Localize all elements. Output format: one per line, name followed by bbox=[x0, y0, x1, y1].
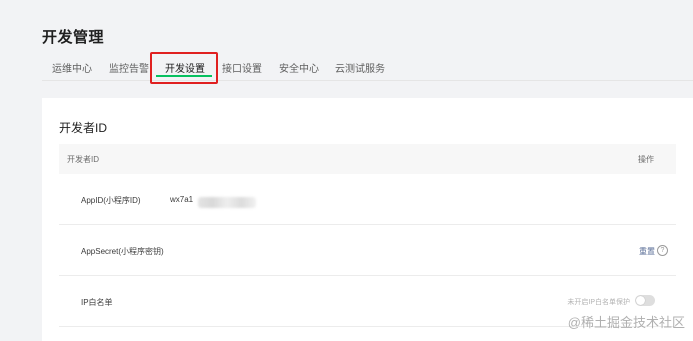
tab-ops-center[interactable]: 运维中心 bbox=[52, 60, 92, 75]
table-row-appsecret: AppSecret(小程序密钥) 重置 ? bbox=[59, 225, 676, 276]
highlight-box bbox=[150, 52, 218, 84]
section-title: 开发者ID bbox=[59, 121, 108, 135]
header-developer-id: 开发者ID bbox=[67, 155, 99, 164]
appid-label: AppID(小程序ID) bbox=[81, 196, 141, 205]
developer-id-table: 开发者ID 操作 AppID(小程序ID) wx7a1 AppSecret(小程… bbox=[59, 144, 676, 327]
toggle-knob bbox=[636, 296, 645, 305]
help-icon[interactable]: ? bbox=[657, 245, 668, 256]
tab-api-settings[interactable]: 接口设置 bbox=[222, 60, 262, 75]
tab-security-center[interactable]: 安全中心 bbox=[279, 60, 319, 75]
watermark: @稀土掘金技术社区 bbox=[567, 315, 685, 330]
tab-cloud-testing[interactable]: 云测试服务 bbox=[335, 60, 385, 75]
tab-monitoring-alerts[interactable]: 监控告警 bbox=[109, 60, 149, 75]
header-action: 操作 bbox=[638, 155, 654, 164]
ip-whitelist-label: IP白名单 bbox=[81, 298, 113, 307]
reset-secret-link[interactable]: 重置 bbox=[639, 246, 655, 257]
ip-whitelist-status: 未开启IP白名单保护 bbox=[567, 299, 630, 306]
redacted-appid bbox=[198, 197, 256, 208]
page-title: 开发管理 bbox=[42, 29, 105, 46]
table-row-appid: AppID(小程序ID) wx7a1 bbox=[59, 174, 676, 225]
appid-value: wx7a1 bbox=[170, 195, 194, 204]
ip-whitelist-toggle[interactable] bbox=[635, 295, 655, 306]
table-header: 开发者ID 操作 bbox=[59, 144, 676, 174]
developer-id-card: 开发者ID 开发者ID 操作 AppID(小程序ID) wx7a1 AppSec… bbox=[42, 98, 693, 341]
tab-bar: 运维中心 监控告警 开发设置 接口设置 安全中心 云测试服务 bbox=[42, 52, 693, 84]
appsecret-label: AppSecret(小程序密钥) bbox=[81, 247, 164, 256]
